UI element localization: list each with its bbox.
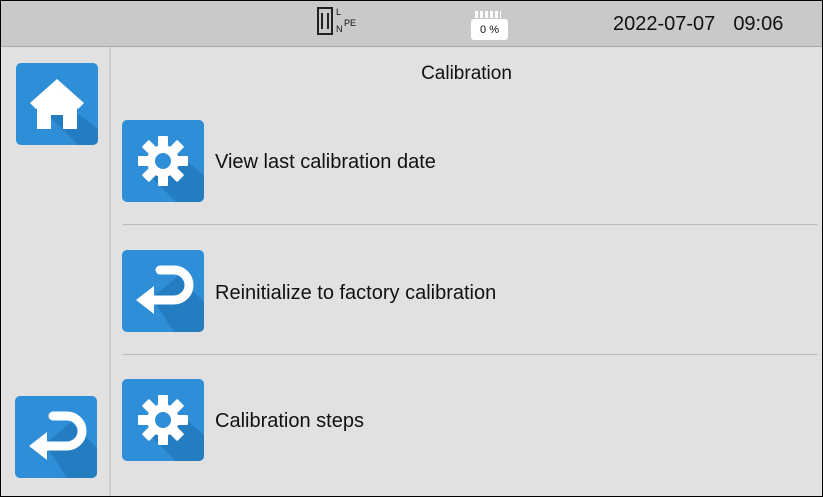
menu-item-tile — [122, 250, 204, 332]
back-button[interactable] — [15, 396, 97, 478]
menu-item-reinitialize-factory-calibration[interactable]: Reinitialize to factory calibration — [111, 204, 822, 332]
battery-indicator: 0 % — [471, 11, 508, 40]
battery-level: 0 % — [471, 19, 508, 40]
menu-item-label: View last calibration date — [215, 151, 436, 173]
time-text: 09:06 — [733, 13, 784, 35]
wiring-n-label: N — [336, 24, 343, 34]
menu-item-tile — [122, 120, 204, 202]
menu-item-tile — [122, 379, 204, 461]
date-text: 2022-07-07 — [613, 13, 716, 35]
side-nav — [1, 47, 111, 496]
gear-icon — [138, 395, 204, 461]
return-arrow-icon — [136, 265, 204, 332]
wiring-pe-label: PE — [344, 18, 357, 28]
screen: L N PE 0 % 2022-07-07 09:06 Calibration … — [0, 0, 823, 497]
menu-item-label: Reinitialize to factory calibration — [215, 282, 497, 304]
date-time: 2022-07-07 09:06 — [613, 13, 783, 36]
status-bar: L N PE 0 % 2022-07-07 09:06 — [1, 1, 822, 47]
menu-item-label: Calibration steps — [215, 410, 364, 432]
menu-item-view-last-calibration-date[interactable]: View last calibration date — [111, 74, 822, 202]
return-arrow-icon — [29, 411, 97, 478]
home-button[interactable] — [16, 63, 98, 145]
home-icon — [30, 79, 98, 145]
wiring-l-label: L — [336, 7, 342, 17]
gear-icon — [138, 136, 204, 202]
menu-item-calibration-steps[interactable]: Calibration steps — [111, 333, 822, 461]
wiring-icon — [317, 7, 333, 35]
wiring-indicator: L N PE — [317, 7, 377, 40]
battery-icon — [475, 11, 501, 18]
